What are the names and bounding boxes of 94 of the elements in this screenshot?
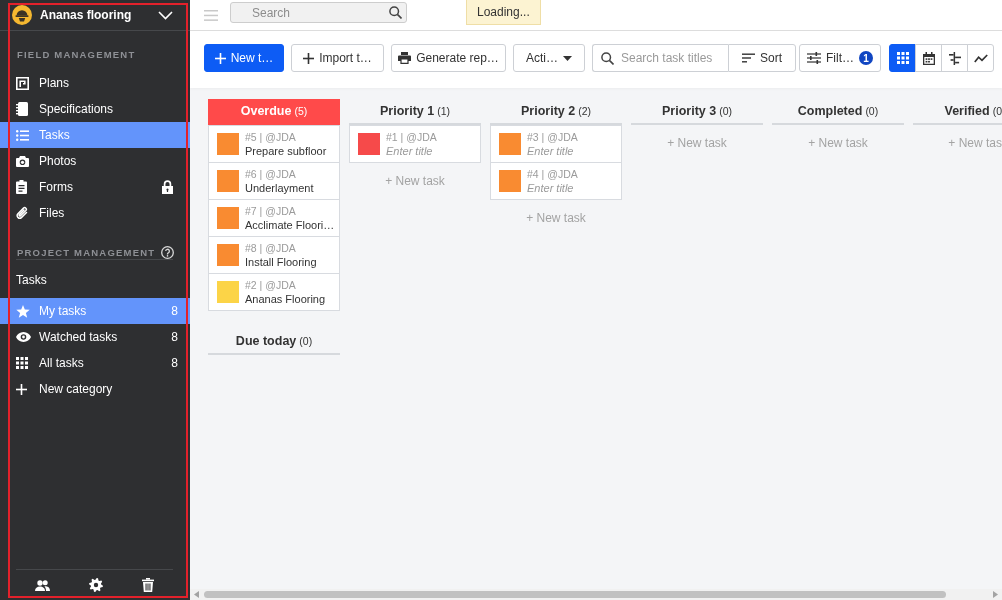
plus-icon <box>214 52 226 64</box>
task-card[interactable]: #5 | @JDA Prepare subfloor <box>208 125 340 163</box>
task-reference: #3 | @JDA <box>527 130 578 144</box>
timeline-icon <box>948 51 961 65</box>
trash-icon[interactable] <box>141 578 154 592</box>
star-icon <box>16 304 30 318</box>
task-reference: #2 | @JDA <box>245 278 296 292</box>
nav-item[interactable]: Specifications <box>0 96 190 122</box>
printer-icon <box>398 52 412 64</box>
list-heading: Tasks <box>16 273 47 287</box>
sort-button[interactable]: Sort <box>728 44 796 72</box>
task-reference: #6 | @JDA <box>245 167 296 181</box>
title-placeholder: Enter title <box>527 181 574 195</box>
column-count: (5) <box>294 105 308 117</box>
floor-plan-icon <box>16 76 29 90</box>
import-button[interactable]: Import t… <box>291 44 384 72</box>
search-icon <box>601 51 614 65</box>
task-card[interactable]: #6 | @JDA Underlayment <box>208 162 340 200</box>
column-title: Priority 3 <box>662 104 717 118</box>
task-reference: #4 | @JDA <box>527 167 578 181</box>
item-count: 8 <box>171 330 178 344</box>
column-title: Verified <box>944 104 990 118</box>
caret-icon <box>563 55 572 61</box>
title-placeholder: Enter title <box>527 144 574 158</box>
eye-icon <box>16 332 31 342</box>
count-badge: 1 <box>859 51 873 65</box>
task-reference: #5 | @JDA <box>245 130 296 144</box>
task-list-item[interactable]: All tasks 8 <box>0 350 190 376</box>
nav-item[interactable]: Forms <box>0 174 190 200</box>
sort-icon <box>742 53 755 63</box>
task-title: Acclimate Floori… <box>245 218 335 232</box>
line-chart-icon <box>973 53 988 63</box>
clipboard-icon <box>16 180 27 194</box>
task-card[interactable]: #8 | @JDA Install Flooring <box>208 236 340 274</box>
grid-icon <box>896 52 909 64</box>
project-switcher[interactable]: Ananas flooring <box>0 0 190 30</box>
grid-icon <box>16 357 28 369</box>
loading-notice: Loading... <box>466 0 541 25</box>
list-icon <box>16 129 29 141</box>
column-title: Priority 2 <box>521 104 576 118</box>
task-card[interactable]: #2 | @JDA Ananas Flooring <box>208 273 340 311</box>
task-reference: #7 | @JDA <box>245 204 296 218</box>
chevron-down-icon[interactable] <box>158 10 173 20</box>
column-count: (2) <box>578 105 591 117</box>
column-count: (0) <box>299 335 313 347</box>
search-icon <box>389 6 402 19</box>
column-count: (0) <box>719 105 732 117</box>
title-placeholder: Enter title <box>386 144 433 158</box>
add-category-item[interactable]: New category <box>0 376 190 402</box>
task-card[interactable]: #7 | @JDA Acclimate Floori… <box>208 199 340 237</box>
timeline-view-button[interactable] <box>941 44 968 72</box>
column-count: (1) <box>437 105 450 117</box>
people-icon[interactable] <box>35 579 51 591</box>
filter-button[interactable]: Filt… 1 <box>799 44 881 72</box>
calendar-icon <box>922 51 935 65</box>
nav-item[interactable]: Photos <box>0 148 190 174</box>
column-title: Overdue <box>240 104 292 118</box>
task-title: Ananas Flooring <box>245 292 326 306</box>
task-list-item[interactable]: Watched tasks 8 <box>0 324 190 350</box>
settings-icon[interactable] <box>89 578 103 592</box>
new-task-button[interactable]: New t… <box>204 44 284 72</box>
column-count: (0 <box>992 105 1002 117</box>
column-title: Priority 1 <box>380 104 435 118</box>
plus-icon <box>16 383 27 395</box>
nav-item[interactable]: Files <box>0 200 190 226</box>
section-heading: FIELD MANAGEMENT <box>17 48 136 60</box>
task-title: Install Flooring <box>245 255 317 269</box>
notebook-icon <box>16 102 28 116</box>
paperclip-icon <box>16 206 28 220</box>
search-field[interactable]: Search <box>230 2 407 23</box>
column-count: (0) <box>865 105 879 117</box>
calendar-view-button[interactable] <box>915 44 942 72</box>
column-title: Due today <box>235 334 297 348</box>
sliders-icon <box>807 52 821 64</box>
task-search-field[interactable]: Search task titles <box>592 44 728 72</box>
logo-icon[interactable] <box>12 5 32 25</box>
plus-icon <box>303 52 315 64</box>
nav-item[interactable]: Plans <box>0 70 190 96</box>
scroll-thumb[interactable] <box>204 591 946 598</box>
task-reference: #1 | @JDA <box>386 130 437 144</box>
horizontal-scrollbar[interactable] <box>190 589 1002 600</box>
column-title: Completed <box>797 104 863 118</box>
chart-view-button[interactable] <box>967 44 994 72</box>
help-icon[interactable] <box>161 245 175 259</box>
task-title: Underlayment <box>245 181 314 195</box>
item-count: 8 <box>171 356 178 370</box>
section-heading: PROJECT MANAGEMENT <box>17 246 156 258</box>
board-view-button[interactable] <box>889 44 916 72</box>
item-count: 8 <box>171 304 178 318</box>
task-title: Prepare subfloor <box>245 144 327 158</box>
task-reference: #8 | @JDA <box>245 241 296 255</box>
actions-button[interactable]: Acti… <box>513 44 585 72</box>
camera-icon <box>16 155 29 167</box>
generate-report-button[interactable]: Generate rep… <box>391 44 506 72</box>
